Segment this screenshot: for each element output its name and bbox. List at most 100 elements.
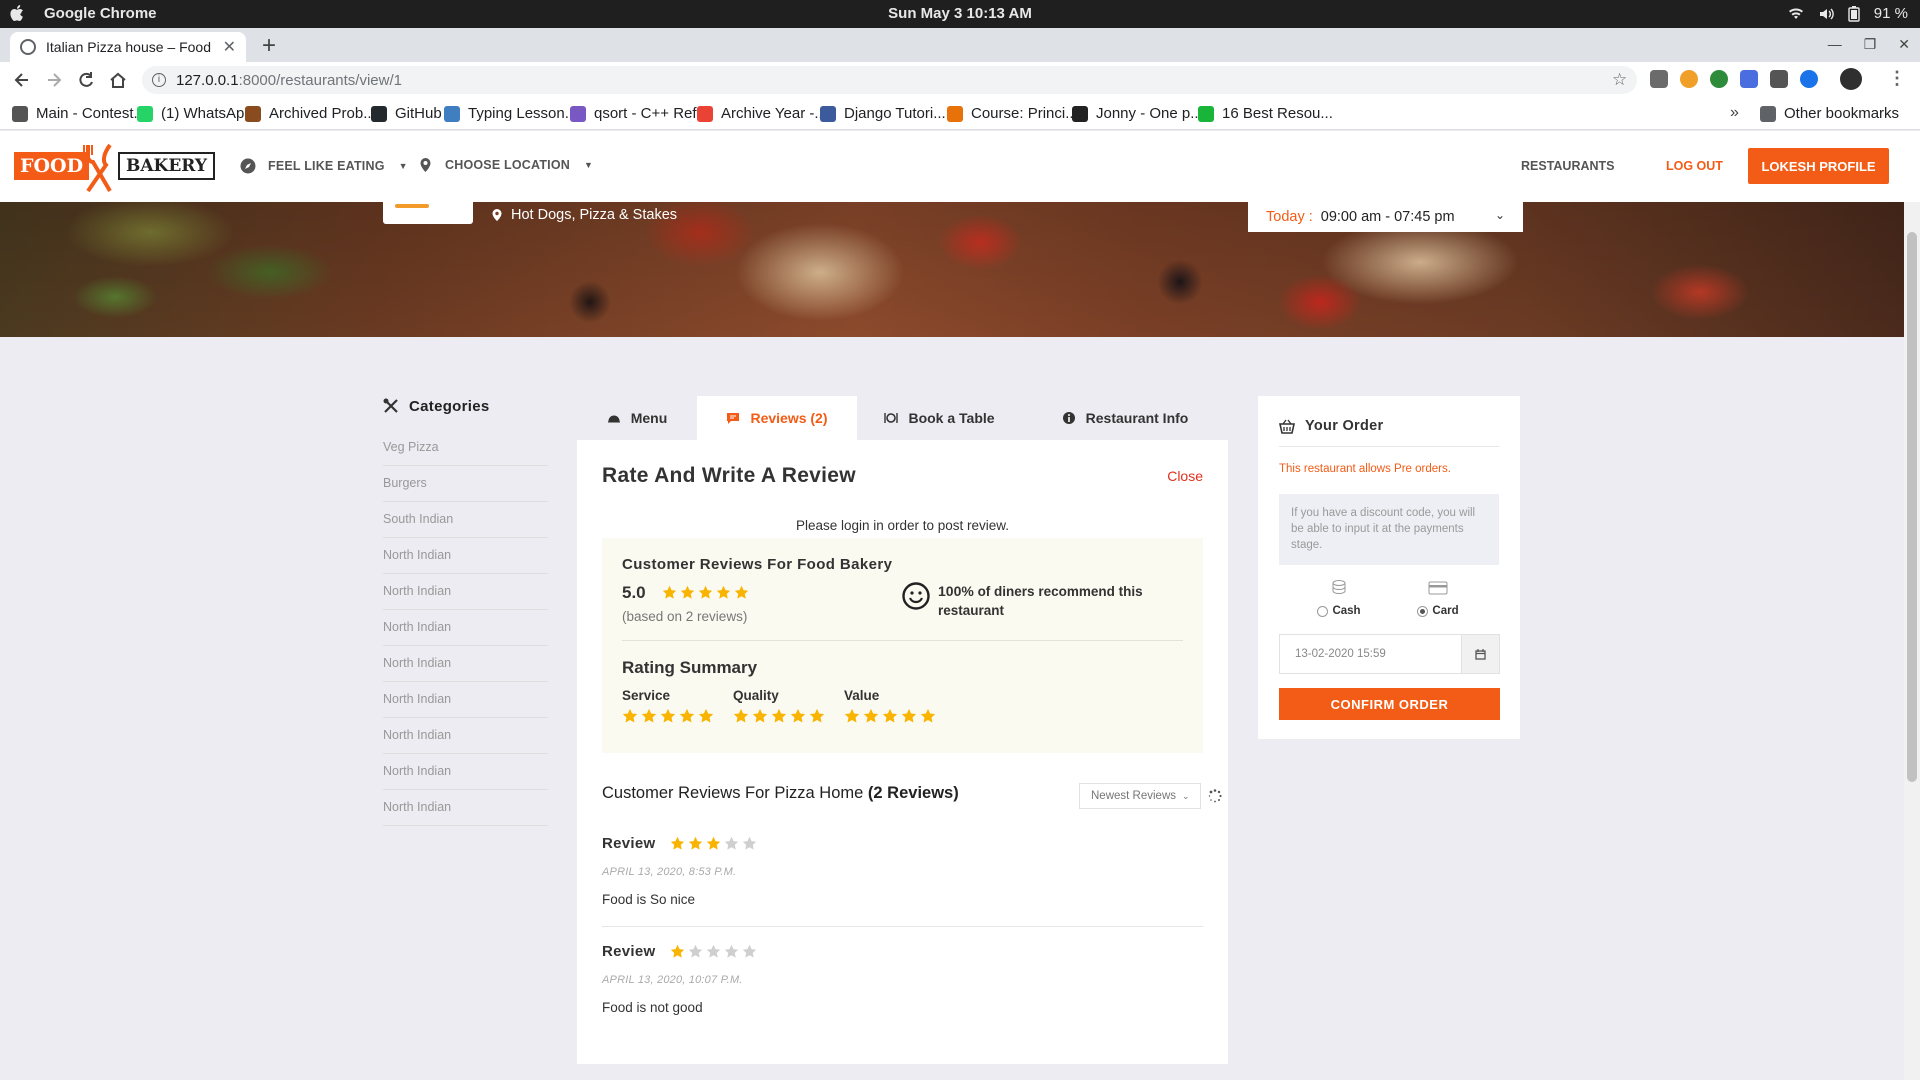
star-filled-icon [882, 708, 898, 723]
bookmark-item[interactable]: GitHub [371, 105, 442, 122]
back-icon[interactable] [12, 70, 32, 90]
more-bookmarks-icon[interactable]: » [1730, 104, 1739, 122]
confirm-order-button[interactable]: CONFIRM ORDER [1279, 688, 1500, 720]
scrollbar-thumb[interactable] [1907, 232, 1917, 782]
bookmark-item[interactable]: Django Tutori... [820, 105, 946, 122]
order-datetime-field[interactable]: 13-02-2020 15:59 [1279, 634, 1500, 674]
wifi-icon[interactable] [1788, 7, 1804, 21]
other-bookmarks[interactable]: Other bookmarks [1760, 105, 1899, 122]
bookmark-item[interactable]: Main - Contest... [12, 105, 146, 122]
tab-book-table[interactable]: Book a Table [857, 396, 1022, 440]
star-filled-icon [809, 708, 825, 723]
close-window-icon[interactable]: ✕ [1898, 36, 1910, 53]
new-tab-icon[interactable]: + [262, 34, 276, 58]
checkmark-extension-icon[interactable] [1800, 70, 1818, 88]
payment-option-cash[interactable]: Cash [1299, 579, 1379, 617]
card-radio[interactable] [1417, 605, 1429, 617]
category-item[interactable]: North Indian [383, 754, 548, 790]
category-item[interactable]: North Indian [383, 682, 548, 718]
apple-icon[interactable] [10, 4, 26, 22]
extension-icon[interactable] [1770, 70, 1788, 88]
cash-radio[interactable] [1317, 605, 1329, 617]
star-filled-icon [734, 585, 749, 599]
bookmark-item[interactable]: qsort - C++ Ref... [570, 105, 709, 122]
review-stars [670, 836, 757, 851]
summary-divider [622, 640, 1183, 641]
category-item[interactable]: South Indian [383, 502, 548, 538]
profile-button[interactable]: LOKESH PROFILE [1748, 148, 1889, 184]
bookmark-item[interactable]: (1) WhatsApp [137, 105, 253, 122]
browser-tab-strip: Italian Pizza house – Food ✕ + — ❐ ✕ [0, 28, 1920, 62]
info-icon [1062, 412, 1075, 424]
bookmark-star-icon[interactable]: ☆ [1612, 70, 1627, 89]
sort-reviews-select[interactable]: Newest Reviews ⌄ [1079, 783, 1201, 809]
overall-score: 5.0 [622, 583, 646, 602]
star-filled-icon [662, 585, 677, 599]
category-item[interactable]: North Indian [383, 574, 548, 610]
window-controls: — ❐ ✕ [1828, 36, 1910, 53]
card-label: Card [1432, 605, 1459, 617]
order-datetime-value[interactable]: 13-02-2020 15:59 [1280, 635, 1461, 673]
choose-location-dropdown[interactable]: CHOOSE LOCATION ▼ [420, 158, 593, 172]
bookmark-item[interactable]: Course: Princi... [947, 105, 1078, 122]
feel-like-eating-dropdown[interactable]: FEEL LIKE EATING ▼ [240, 158, 408, 174]
tab-restaurant-info[interactable]: Restaurant Info [1022, 396, 1228, 440]
bookmark-favicon-icon [820, 105, 836, 122]
home-icon[interactable] [108, 70, 128, 90]
category-item[interactable]: Burgers [383, 466, 548, 502]
rating-service: Service [622, 688, 714, 724]
browser-tab-active[interactable]: Italian Pizza house – Food ✕ [10, 32, 246, 62]
profile-avatar[interactable] [1840, 68, 1862, 90]
battery-icon[interactable] [1848, 5, 1860, 22]
page-scrollbar[interactable] [1904, 202, 1920, 1080]
bookmark-label: qsort - C++ Ref... [594, 105, 710, 122]
category-item[interactable]: Veg Pizza [383, 430, 548, 466]
category-item[interactable]: North Indian [383, 610, 548, 646]
sort-reviews-label: Newest Reviews [1091, 790, 1176, 802]
bookmark-item[interactable]: Jonny - One p... [1072, 105, 1203, 122]
forward-icon[interactable] [44, 70, 64, 90]
bookmark-item[interactable]: Typing Lesson... [444, 105, 577, 122]
os-clock[interactable]: Sun May 3 10:13 AM [888, 5, 1032, 22]
volume-icon[interactable] [1818, 7, 1834, 21]
opening-hours-dropdown[interactable]: Today : 09:00 am - 07:45 pm ⌄ [1248, 202, 1523, 232]
os-app-name[interactable]: Google Chrome [44, 5, 157, 22]
url-path: :8000/restaurants/view/1 [238, 71, 402, 89]
category-item[interactable]: North Indian [383, 646, 548, 682]
star-filled-icon [901, 708, 917, 723]
caret-down-icon: ▼ [398, 161, 408, 171]
category-item[interactable]: North Indian [383, 718, 548, 754]
review-title: Review [602, 943, 656, 960]
maximize-icon[interactable]: ❐ [1864, 36, 1877, 53]
close-review-link[interactable]: Close [1167, 468, 1203, 484]
category-item[interactable]: North Indian [383, 538, 548, 574]
choose-location-label: CHOOSE LOCATION [445, 158, 570, 172]
translate-extension-icon[interactable] [1740, 70, 1758, 88]
minimize-icon[interactable]: — [1828, 36, 1842, 53]
os-system-tray: 91 % [1788, 5, 1908, 22]
payment-option-card[interactable]: Card [1398, 579, 1478, 617]
calendar-icon[interactable] [1461, 635, 1499, 673]
extension-icon[interactable] [1680, 70, 1698, 88]
site-info-icon[interactable]: i [152, 73, 166, 87]
address-bar[interactable]: i 127.0.0.1:8000/restaurants/view/1 ☆ [142, 66, 1637, 94]
close-tab-icon[interactable]: ✕ [223, 37, 236, 57]
food-bakery-logo[interactable]: FOOD BAKERY [14, 143, 216, 193]
review-text: Food is So nice [602, 892, 696, 907]
category-item[interactable]: North Indian [383, 790, 548, 826]
star-filled-icon [920, 708, 936, 723]
bookmark-item[interactable]: Archive Year -... [697, 105, 827, 122]
bookmark-item[interactable]: 16 Best Resou... [1198, 105, 1333, 122]
tab-reviews[interactable]: Reviews (2) [697, 396, 857, 440]
bookmark-item[interactable]: Archived Prob... [245, 105, 376, 122]
restaurants-link[interactable]: RESTAURANTS [1521, 159, 1615, 173]
extension-icon[interactable] [1650, 70, 1668, 88]
tab-menu[interactable]: Menu [577, 396, 697, 440]
extensions-area [1650, 68, 1862, 90]
rating-service-stars [622, 708, 714, 724]
review-summary-box: Customer Reviews For Food Bakery 5.0 (ba… [602, 538, 1203, 753]
logout-link[interactable]: LOG OUT [1666, 159, 1723, 173]
extension-icon[interactable] [1710, 70, 1728, 88]
reload-icon[interactable] [76, 70, 96, 90]
browser-menu-icon[interactable]: ⋮ [1888, 68, 1906, 89]
